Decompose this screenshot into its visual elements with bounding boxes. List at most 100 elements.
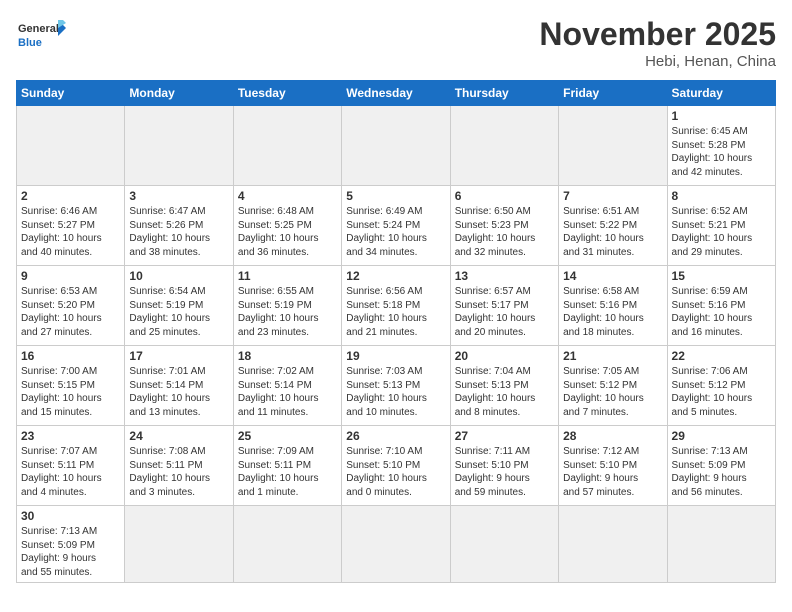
calendar-day-cell [342,506,450,583]
calendar-day-cell: 9 Sunrise: 6:53 AM Sunset: 5:20 PM Daylig… [17,266,125,346]
day-number: 20 [455,349,554,363]
calendar-day-cell [125,106,233,186]
calendar-day-cell [233,106,341,186]
calendar-day-cell: 13 Sunrise: 6:57 AM Sunset: 5:17 PM Dayli… [450,266,558,346]
calendar-week-row: 30 Sunrise: 7:13 AM Sunset: 5:09 PM Dayli… [17,506,776,583]
day-info: Sunrise: 7:02 AM Sunset: 5:14 PM Dayligh… [238,365,337,419]
calendar-day-cell: 30 Sunrise: 7:13 AM Sunset: 5:09 PM Dayli… [17,506,125,583]
day-number: 17 [129,349,228,363]
calendar-day-cell: 29Sunrise: 7:13 AM Sunset: 5:09 PM Dayli… [667,426,775,506]
calendar-day-cell: 3 Sunrise: 6:47 AM Sunset: 5:26 PM Daylig… [125,186,233,266]
svg-text:General: General [18,23,59,35]
day-number: 3 [129,189,228,203]
calendar-table: SundayMondayTuesdayWednesdayThursdayFrid… [16,80,776,583]
day-info: Sunrise: 7:03 AM Sunset: 5:13 PM Dayligh… [346,365,445,419]
weekday-header: Tuesday [233,81,341,106]
calendar-day-cell: 14Sunrise: 6:58 AM Sunset: 5:16 PM Dayli… [559,266,667,346]
calendar-day-cell [559,106,667,186]
day-info: Sunrise: 7:04 AM Sunset: 5:13 PM Dayligh… [455,365,554,419]
calendar-day-cell [667,506,775,583]
day-number: 4 [238,189,337,203]
calendar-day-cell [17,106,125,186]
day-number: 12 [346,269,445,283]
calendar-day-cell: 16 Sunrise: 7:00 AM Sunset: 5:15 PM Dayli… [17,346,125,426]
calendar-day-cell: 21 Sunrise: 7:05 AM Sunset: 5:12 PM Dayli… [559,346,667,426]
day-info: Sunrise: 6:55 AM Sunset: 5:19 PM Dayligh… [238,285,337,339]
calendar-day-cell [233,506,341,583]
day-info: Sunrise: 7:01 AM Sunset: 5:14 PM Dayligh… [129,365,228,419]
day-info: Sunrise: 6:56 AM Sunset: 5:18 PM Dayligh… [346,285,445,339]
title-block: November 2025 Hebi, Henan, China [539,16,776,70]
calendar-day-cell: 12 Sunrise: 6:56 AM Sunset: 5:18 PM Dayli… [342,266,450,346]
svg-text:Blue: Blue [18,37,42,49]
calendar-day-cell [450,106,558,186]
calendar-day-cell: 7 Sunrise: 6:51 AM Sunset: 5:22 PM Daylig… [559,186,667,266]
calendar-day-cell: 22 Sunrise: 7:06 AM Sunset: 5:12 PM Dayli… [667,346,775,426]
day-info: Sunrise: 6:48 AM Sunset: 5:25 PM Dayligh… [238,205,337,259]
calendar-day-cell [125,506,233,583]
day-number: 9 [21,269,120,283]
calendar-day-cell: 2Sunrise: 6:46 AM Sunset: 5:27 PM Daylig… [17,186,125,266]
day-number: 15 [672,269,771,283]
day-number: 21 [563,349,662,363]
day-number: 7 [563,189,662,203]
day-info: Sunrise: 6:46 AM Sunset: 5:27 PM Dayligh… [21,205,120,259]
calendar-day-cell: 26 Sunrise: 7:10 AM Sunset: 5:10 PM Dayli… [342,426,450,506]
day-info: Sunrise: 7:13 AM Sunset: 5:09 PM Dayligh… [21,525,120,579]
day-info: Sunrise: 6:51 AM Sunset: 5:22 PM Dayligh… [563,205,662,259]
day-number: 13 [455,269,554,283]
day-info: Sunrise: 7:11 AM Sunset: 5:10 PM Dayligh… [455,445,554,499]
day-number: 22 [672,349,771,363]
calendar-day-cell: 10Sunrise: 6:54 AM Sunset: 5:19 PM Dayli… [125,266,233,346]
page-header: General Blue November 2025 Hebi, Henan, … [16,16,776,70]
calendar-day-cell: 23Sunrise: 7:07 AM Sunset: 5:11 PM Dayli… [17,426,125,506]
calendar-week-row: 9 Sunrise: 6:53 AM Sunset: 5:20 PM Daylig… [17,266,776,346]
calendar-day-cell: 5Sunrise: 6:49 AM Sunset: 5:24 PM Daylig… [342,186,450,266]
calendar-day-cell [342,106,450,186]
day-number: 1 [672,109,771,123]
weekday-header: Sunday [17,81,125,106]
day-number: 11 [238,269,337,283]
day-number: 18 [238,349,337,363]
calendar-day-cell [450,506,558,583]
day-number: 6 [455,189,554,203]
weekday-header: Monday [125,81,233,106]
day-number: 26 [346,429,445,443]
calendar-day-cell: 27 Sunrise: 7:11 AM Sunset: 5:10 PM Dayli… [450,426,558,506]
weekday-header: Friday [559,81,667,106]
calendar-day-cell: 1Sunrise: 6:45 AM Sunset: 5:28 PM Daylig… [667,106,775,186]
day-number: 10 [129,269,228,283]
day-info: Sunrise: 7:06 AM Sunset: 5:12 PM Dayligh… [672,365,771,419]
day-number: 29 [672,429,771,443]
day-info: Sunrise: 6:57 AM Sunset: 5:17 PM Dayligh… [455,285,554,339]
weekday-header-row: SundayMondayTuesdayWednesdayThursdayFrid… [17,81,776,106]
day-info: Sunrise: 7:07 AM Sunset: 5:11 PM Dayligh… [21,445,120,499]
calendar-day-cell: 8Sunrise: 6:52 AM Sunset: 5:21 PM Daylig… [667,186,775,266]
day-info: Sunrise: 6:53 AM Sunset: 5:20 PM Dayligh… [21,285,120,339]
day-info: Sunrise: 7:10 AM Sunset: 5:10 PM Dayligh… [346,445,445,499]
calendar-day-cell: 4 Sunrise: 6:48 AM Sunset: 5:25 PM Daylig… [233,186,341,266]
day-number: 8 [672,189,771,203]
day-number: 30 [21,509,120,523]
logo: General Blue [16,16,66,58]
day-number: 14 [563,269,662,283]
day-info: Sunrise: 6:49 AM Sunset: 5:24 PM Dayligh… [346,205,445,259]
calendar-week-row: 16 Sunrise: 7:00 AM Sunset: 5:15 PM Dayli… [17,346,776,426]
day-number: 16 [21,349,120,363]
day-info: Sunrise: 6:47 AM Sunset: 5:26 PM Dayligh… [129,205,228,259]
day-number: 25 [238,429,337,443]
month-title: November 2025 [539,16,776,53]
calendar-day-cell: 20 Sunrise: 7:04 AM Sunset: 5:13 PM Dayli… [450,346,558,426]
calendar-week-row: 1Sunrise: 6:45 AM Sunset: 5:28 PM Daylig… [17,106,776,186]
calendar-day-cell: 15 Sunrise: 6:59 AM Sunset: 5:16 PM Dayli… [667,266,775,346]
day-info: Sunrise: 6:59 AM Sunset: 5:16 PM Dayligh… [672,285,771,339]
calendar-day-cell: 6Sunrise: 6:50 AM Sunset: 5:23 PM Daylig… [450,186,558,266]
weekday-header: Saturday [667,81,775,106]
weekday-header: Wednesday [342,81,450,106]
calendar-day-cell: 17 Sunrise: 7:01 AM Sunset: 5:14 PM Dayli… [125,346,233,426]
day-info: Sunrise: 7:05 AM Sunset: 5:12 PM Dayligh… [563,365,662,419]
day-info: Sunrise: 7:00 AM Sunset: 5:15 PM Dayligh… [21,365,120,419]
day-number: 27 [455,429,554,443]
day-number: 28 [563,429,662,443]
day-number: 19 [346,349,445,363]
